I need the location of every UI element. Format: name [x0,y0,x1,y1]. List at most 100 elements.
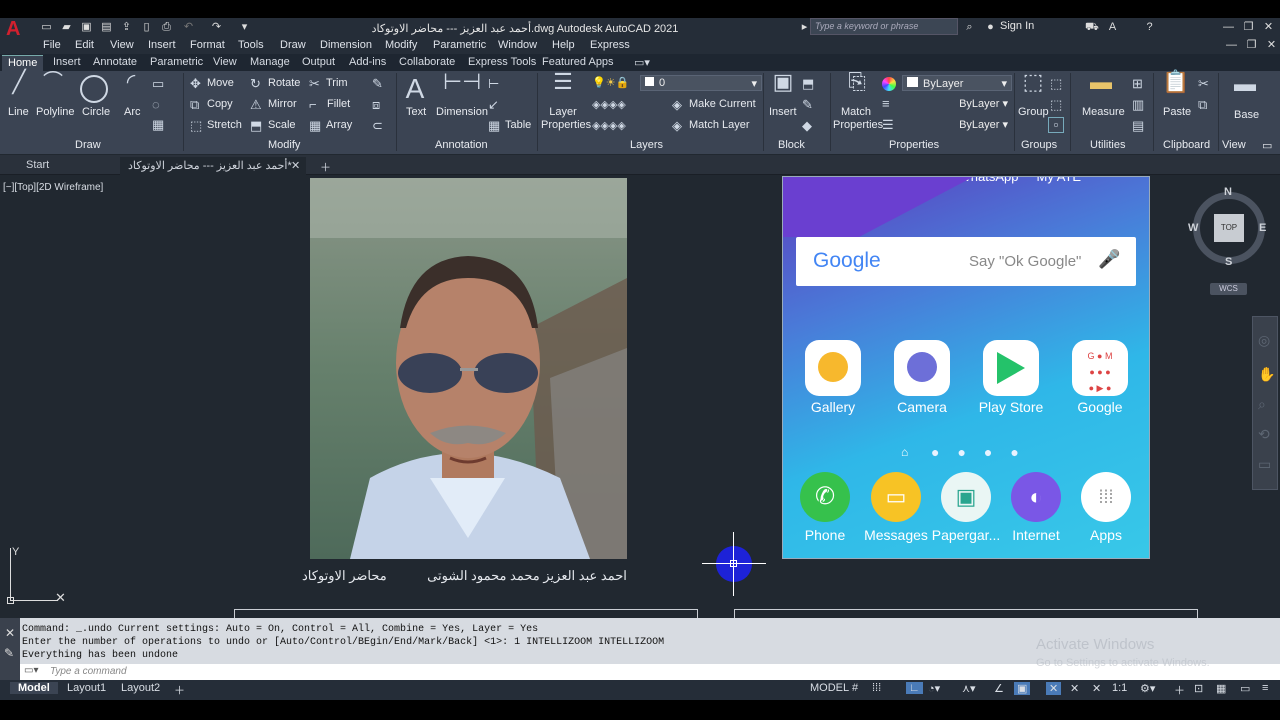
isodraft-icon[interactable]: ⋏▾ [962,682,976,695]
utilities-panel-label[interactable]: Utilities [1090,139,1125,151]
layer-tools-icon[interactable]: ◈◈◈◈ [592,98,626,112]
wcs-dropdown[interactable]: WCS [1210,283,1247,295]
open-icon[interactable]: ▰ [60,21,73,34]
help-icon[interactable]: ? [1143,21,1156,34]
viewcube-south[interactable]: S [1225,256,1232,268]
group-select-icon[interactable]: ▫ [1048,117,1064,133]
sign-in-link[interactable]: Sign In [1000,20,1034,32]
user-icon[interactable]: ● [984,21,997,34]
layers-panel-label[interactable]: Layers [630,139,663,151]
text-icon[interactable]: A [402,73,428,105]
drawing-viewport[interactable]: [−][Top][2D Wireframe] محاضر الاوتوكاد ا… [0,176,1280,621]
redo-icon[interactable]: ↷ [210,21,223,34]
object-snap-tracking-icon[interactable]: ∠ [994,682,1004,695]
arc-icon[interactable]: ◜ [118,71,144,103]
array-button[interactable]: Array [326,119,352,131]
cart-icon[interactable]: ⛟ [1085,21,1099,34]
search-icon[interactable]: ⌕ [963,21,976,34]
circle-icon[interactable] [80,75,108,103]
units-icon[interactable]: ⊡ [1194,682,1203,695]
count-icon[interactable]: ▥ [1132,98,1144,112]
annotation-monitor-icon[interactable]: ＋ [1174,682,1185,698]
rotate-button[interactable]: Rotate [268,77,300,89]
offset-icon[interactable]: ⊂ [372,119,383,133]
fillet-button[interactable]: Fillet [327,98,350,110]
close-command-icon[interactable]: ✕ [5,626,15,640]
layout1-tab[interactable]: Layout1 [67,682,106,694]
attribute-icon[interactable]: ◆ [802,119,812,133]
layer-state-icons[interactable]: 💡☀🔒 [592,76,629,90]
menu-modify[interactable]: Modify [385,39,417,51]
block-panel-label[interactable]: Block [778,139,805,151]
hatch-icon[interactable]: ◌ [152,98,160,112]
calculator-icon[interactable]: ▤ [1132,119,1144,133]
menu-window[interactable]: Window [498,39,537,51]
linetype-dropdown[interactable]: ByLayer ▾ [902,117,1012,133]
layout2-tab[interactable]: Layout2 [121,682,160,694]
auto-scale-icon[interactable]: ✕ [1092,682,1101,695]
menu-edit[interactable]: Edit [75,39,94,51]
minimize-icon[interactable]: — [1222,21,1235,34]
menu-view[interactable]: View [110,39,134,51]
customize-command-icon[interactable]: ✎ [4,646,14,660]
close-doc-icon[interactable]: ✕ [1265,39,1278,52]
rectangle-icon[interactable]: ▭ [152,77,164,91]
new-icon[interactable]: ▭ [40,21,53,34]
ungroup-icon[interactable]: ⬚ [1050,77,1062,91]
menu-draw[interactable]: Draw [280,39,306,51]
workspace-gear-icon[interactable]: ⚙▾ [1140,682,1155,695]
close-icon[interactable]: ✕ [1262,21,1275,34]
share-icon[interactable]: ⇪ [120,21,133,34]
trim-button[interactable]: Trim [326,77,348,89]
menu-format[interactable]: Format [190,39,225,51]
paste-button[interactable]: Paste [1163,106,1191,118]
groups-panel-label[interactable]: Groups [1021,139,1057,151]
ortho-icon[interactable]: ∟ [906,682,923,694]
base-button[interactable]: Base [1234,109,1259,121]
measure-icon[interactable]: ▬ [1088,71,1114,93]
stretch-button[interactable]: Stretch [207,119,242,131]
polyline-button[interactable]: Polyline [36,106,75,118]
mirror-button[interactable]: Mirror [268,98,297,110]
command-prompt-icon[interactable]: ▭▾ [24,665,38,676]
make-current-button[interactable]: Make Current [689,98,756,110]
line-button[interactable]: Line [8,106,29,118]
plot-icon[interactable]: ⎙ [160,21,173,34]
lineweight-dropdown[interactable]: ByLayer ▾ [902,96,1012,112]
dimension-icon[interactable]: ⊢⊣ [443,71,481,93]
showmotion-icon[interactable]: ▭ [1258,456,1271,473]
viewcube-north[interactable]: N [1224,186,1232,198]
tab-featured-apps[interactable]: Featured Apps [536,55,620,71]
tab-add-ins[interactable]: Add-ins [343,55,392,71]
menu-parametric[interactable]: Parametric [433,39,486,51]
polar-icon[interactable]: ◔▾ [928,682,940,695]
object-snap-icon[interactable]: ▣ [1014,682,1031,695]
isolate-objects-icon[interactable]: ▭ [1240,682,1250,695]
line-icon[interactable]: ╱ [6,71,32,103]
close-tab-icon[interactable]: ✕ [283,157,308,175]
tab-view[interactable]: View [207,55,243,71]
steering-wheel-icon[interactable]: ◎ [1258,332,1270,349]
menu-express[interactable]: Express [590,39,630,51]
view-panel-label[interactable]: View [1222,139,1246,151]
pan-icon[interactable]: ✋ [1258,366,1275,383]
explode-icon[interactable]: ⧈ [372,98,380,112]
new-tab-icon[interactable]: ＋ [312,157,339,175]
table-button[interactable]: Table [505,119,531,131]
viewcube-west[interactable]: W [1188,222,1198,234]
autodesk-a360-icon[interactable]: A [1106,21,1119,34]
tab-parametric[interactable]: Parametric [144,55,209,71]
command-line-grip[interactable]: ✕ ✎ [0,618,20,680]
copy-clip-icon[interactable]: ⧉ [1198,98,1207,112]
layer-dropdown[interactable]: 0 ▾ [640,75,762,91]
edit-block-icon[interactable]: ✎ [802,98,813,112]
linear-dim-icon[interactable]: ⊢ [488,77,499,91]
draw-panel-label[interactable]: Draw [75,139,101,151]
dimension-button[interactable]: Dimension [436,106,488,118]
layer-properties-icon[interactable]: ☰ [548,71,578,93]
model-tab[interactable]: Model [10,682,58,694]
viewcube-east[interactable]: E [1259,222,1266,234]
menu-help[interactable]: Help [552,39,575,51]
autocad-logo[interactable]: A [6,19,20,39]
tab-insert[interactable]: Insert [47,55,87,71]
